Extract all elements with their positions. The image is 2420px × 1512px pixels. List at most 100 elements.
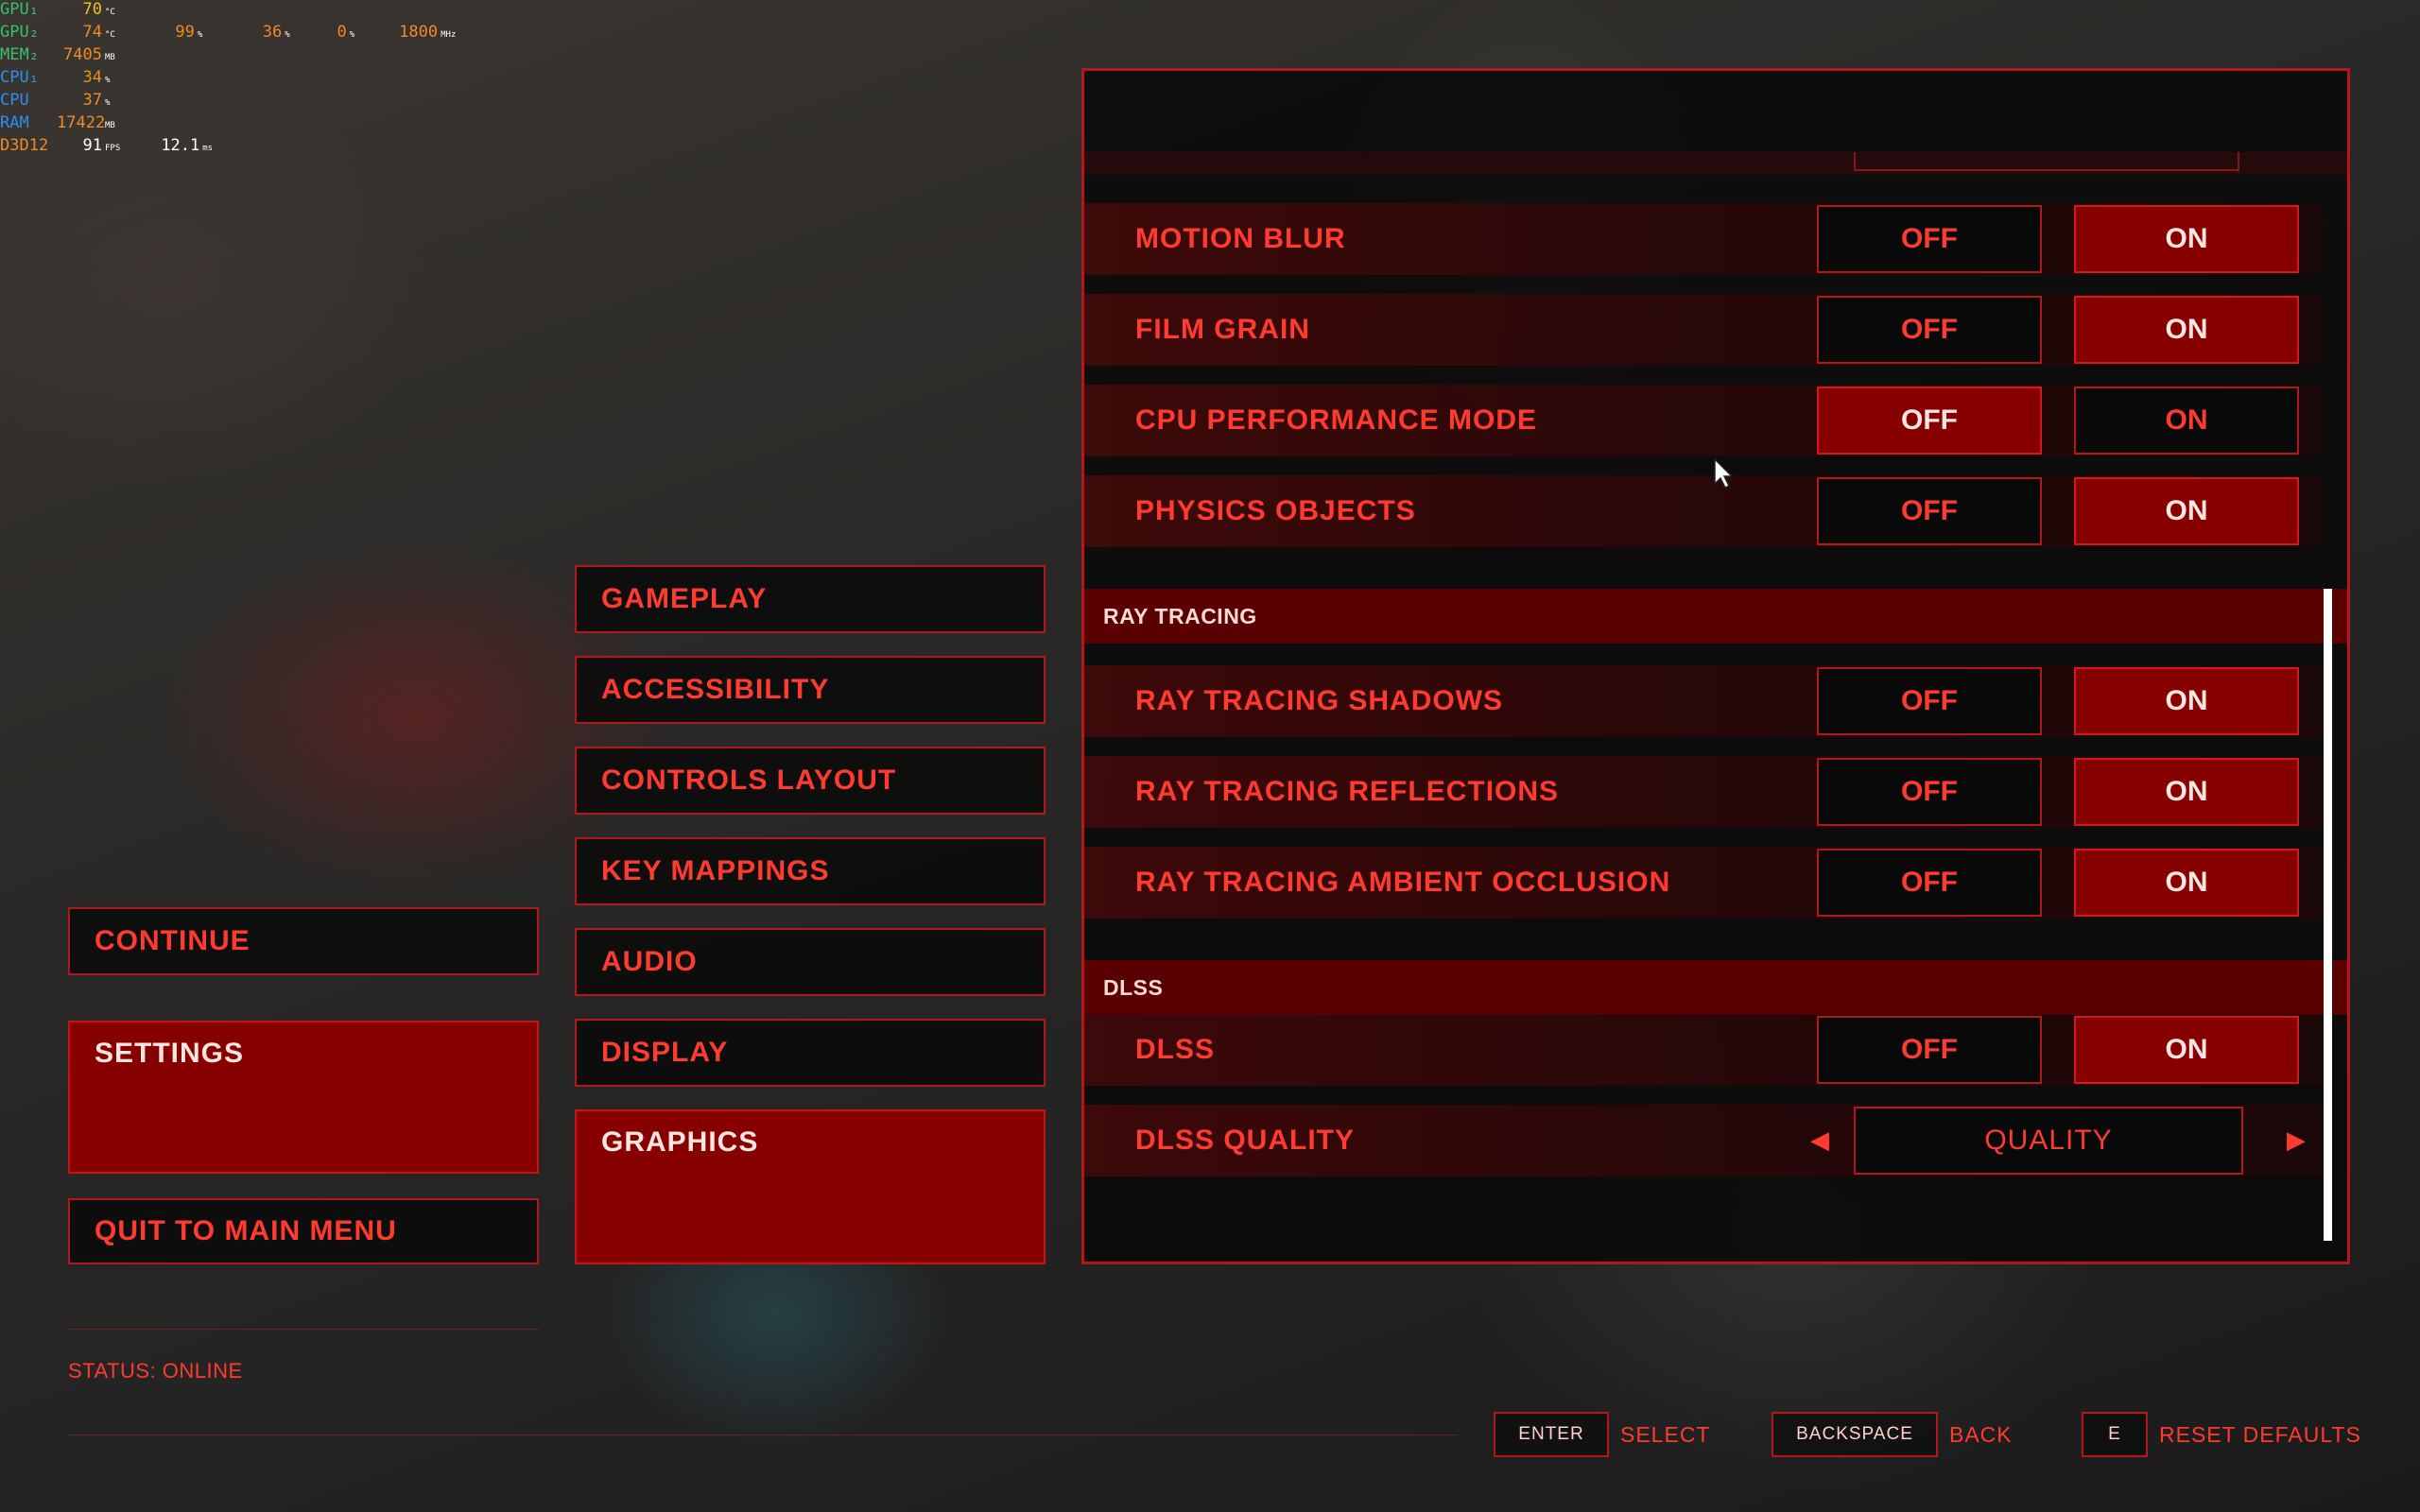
- overlay-label: CPU₁: [0, 68, 39, 87]
- tab-graphics[interactable]: GRAPHICS: [575, 1109, 1046, 1264]
- cpu-performance-mode-off-button[interactable]: OFF: [1817, 387, 2042, 455]
- overlay-unit: MHz: [441, 30, 457, 40]
- motion-blur-off-button[interactable]: OFF: [1817, 205, 2042, 273]
- overlay-label: RAM: [0, 113, 29, 132]
- overlay-label: GPU₂: [0, 23, 39, 42]
- setting-label: DLSS QUALITY: [1135, 1125, 1356, 1156]
- enter-key-icon: ENTER: [1494, 1412, 1609, 1457]
- hint-label: SELECT: [1620, 1421, 1711, 1447]
- overlay-value: 74: [82, 23, 102, 42]
- overlay-value: 0: [337, 23, 347, 42]
- overlay-value: 99: [175, 23, 195, 42]
- setting-label: CPU PERFORMANCE MODE: [1135, 404, 1538, 436]
- hint-label: BACK: [1949, 1421, 2013, 1447]
- physics-objects-off-button[interactable]: OFF: [1817, 477, 2042, 545]
- hint-label: RESET DEFAULTS: [2159, 1421, 2361, 1447]
- rt-ambient-occlusion-off-button[interactable]: OFF: [1817, 849, 2042, 917]
- partially-hidden-row: [1084, 152, 2347, 175]
- setting-row-physics-objects: PHYSICS OBJECTS OFF ON: [1084, 475, 2323, 547]
- overlay-unit: %: [349, 30, 355, 40]
- overlay-value: 91: [82, 136, 102, 155]
- tab-key-mappings[interactable]: KEY MAPPINGS: [575, 837, 1046, 905]
- overlay-unit: %: [285, 30, 290, 40]
- overlay-row: CPU 37%: [0, 91, 469, 113]
- overlay-row: MEM₂ 7405 MB: [0, 45, 469, 68]
- hint-select[interactable]: ENTER SELECT: [1494, 1412, 1710, 1457]
- e-key-icon: E: [2082, 1412, 2148, 1457]
- setting-label: RAY TRACING AMBIENT OCCLUSION: [1135, 867, 1671, 898]
- tab-gameplay[interactable]: GAMEPLAY: [575, 565, 1046, 633]
- physics-objects-on-button[interactable]: ON: [2074, 477, 2299, 545]
- tab-audio[interactable]: AUDIO: [575, 928, 1046, 996]
- overlay-row: CPU₁ 34%: [0, 68, 469, 91]
- cpu-performance-mode-on-button[interactable]: ON: [2074, 387, 2299, 455]
- setting-row-motion-blur: MOTION BLUR OFF ON: [1084, 203, 2323, 275]
- settings-button[interactable]: SETTINGS: [68, 1021, 539, 1174]
- overlay-unit: %: [105, 98, 111, 108]
- graphics-settings-panel: MOTION BLUR OFF ON FILM GRAIN OFF ON CPU…: [1081, 68, 2350, 1264]
- backspace-key-icon: BACKSPACE: [1772, 1412, 1938, 1457]
- overlay-label: CPU: [0, 91, 29, 110]
- setting-row-dlss-quality: DLSS QUALITY ◀ QUALITY ▶: [1084, 1105, 2323, 1177]
- setting-label: MOTION BLUR: [1135, 223, 1346, 254]
- dlss-on-button[interactable]: ON: [2074, 1016, 2299, 1084]
- setting-row-film-grain: FILM GRAIN OFF ON: [1084, 294, 2323, 366]
- arrow-left-icon[interactable]: ◀: [1801, 1105, 1839, 1177]
- overlay-value: 37: [82, 91, 102, 110]
- setting-label: DLSS: [1135, 1034, 1216, 1065]
- overlay-row: D3D12 91 FPS 12.1 ms: [0, 136, 469, 159]
- tab-display[interactable]: DISPLAY: [575, 1019, 1046, 1087]
- setting-label: RAY TRACING SHADOWS: [1135, 685, 1504, 716]
- performance-overlay: GPU₁ 70 °C GPU₂ 74 °C 99% 36% 0% 1800 MHz MEM₂ 7405 M…: [0, 0, 469, 159]
- quit-to-main-menu-button[interactable]: QUIT TO MAIN MENU: [68, 1198, 539, 1264]
- overlay-label: D3D12: [0, 136, 49, 155]
- overlay-row: GPU₂ 74 °C 99% 36% 0% 1800 MHz: [0, 23, 469, 45]
- dlss-quality-selector[interactable]: QUALITY: [1854, 1107, 2243, 1175]
- overlay-unit: MB: [105, 121, 115, 130]
- rt-shadows-off-button[interactable]: OFF: [1817, 667, 2042, 735]
- scrollbar[interactable]: [2324, 589, 2332, 1241]
- tab-accessibility[interactable]: ACCESSIBILITY: [575, 656, 1046, 724]
- rt-ambient-occlusion-on-button[interactable]: ON: [2074, 849, 2299, 917]
- divider: [68, 1329, 539, 1330]
- overlay-label: GPU₁: [0, 0, 39, 19]
- overlay-value: 12.1: [161, 136, 200, 155]
- overlay-unit: %: [197, 30, 203, 40]
- status-text: STATUS: ONLINE: [68, 1359, 243, 1383]
- overlay-value: 7405: [63, 45, 102, 64]
- rt-reflections-off-button[interactable]: OFF: [1817, 758, 2042, 826]
- hint-back[interactable]: BACKSPACE BACK: [1772, 1412, 2013, 1457]
- section-header-dlss: DLSS: [1084, 960, 2347, 1015]
- overlay-value: 1800: [399, 23, 439, 42]
- overlay-unit: ms: [202, 144, 214, 153]
- section-header-ray-tracing: RAY TRACING: [1084, 589, 2347, 644]
- rt-shadows-on-button[interactable]: ON: [2074, 667, 2299, 735]
- continue-button[interactable]: CONTINUE: [68, 907, 539, 975]
- overlay-unit: MB: [105, 53, 115, 62]
- overlay-row: GPU₁ 70 °C: [0, 0, 469, 23]
- mouse-cursor-icon: [1714, 457, 1734, 490]
- film-grain-off-button[interactable]: OFF: [1817, 296, 2042, 364]
- setting-label: FILM GRAIN: [1135, 314, 1310, 345]
- motion-blur-on-button[interactable]: ON: [2074, 205, 2299, 273]
- overlay-value: 17422: [57, 113, 106, 132]
- dlss-off-button[interactable]: OFF: [1817, 1016, 2042, 1084]
- overlay-value: 70: [82, 0, 102, 19]
- setting-label: PHYSICS OBJECTS: [1135, 495, 1416, 526]
- hint-reset-defaults[interactable]: E RESET DEFAULTS: [2082, 1412, 2361, 1457]
- tab-controls-layout[interactable]: CONTROLS LAYOUT: [575, 747, 1046, 815]
- overlay-value: 36: [262, 23, 283, 42]
- rt-reflections-on-button[interactable]: ON: [2074, 758, 2299, 826]
- overlay-row: RAM 17422 MB: [0, 113, 469, 136]
- overlay-unit: %: [105, 76, 111, 85]
- overlay-label: MEM₂: [0, 45, 39, 64]
- setting-label: RAY TRACING REFLECTIONS: [1135, 776, 1560, 807]
- overlay-unit: °C: [105, 30, 115, 40]
- setting-row-ray-tracing-shadows: RAY TRACING SHADOWS OFF ON: [1084, 665, 2323, 737]
- setting-row-dlss: DLSS OFF ON: [1084, 1014, 2323, 1086]
- film-grain-on-button[interactable]: ON: [2074, 296, 2299, 364]
- setting-row-ray-tracing-reflections: RAY TRACING REFLECTIONS OFF ON: [1084, 756, 2323, 828]
- setting-row-cpu-performance-mode: CPU PERFORMANCE MODE OFF ON: [1084, 385, 2323, 456]
- overlay-unit: °C: [105, 8, 115, 17]
- arrow-right-icon[interactable]: ▶: [2277, 1105, 2315, 1177]
